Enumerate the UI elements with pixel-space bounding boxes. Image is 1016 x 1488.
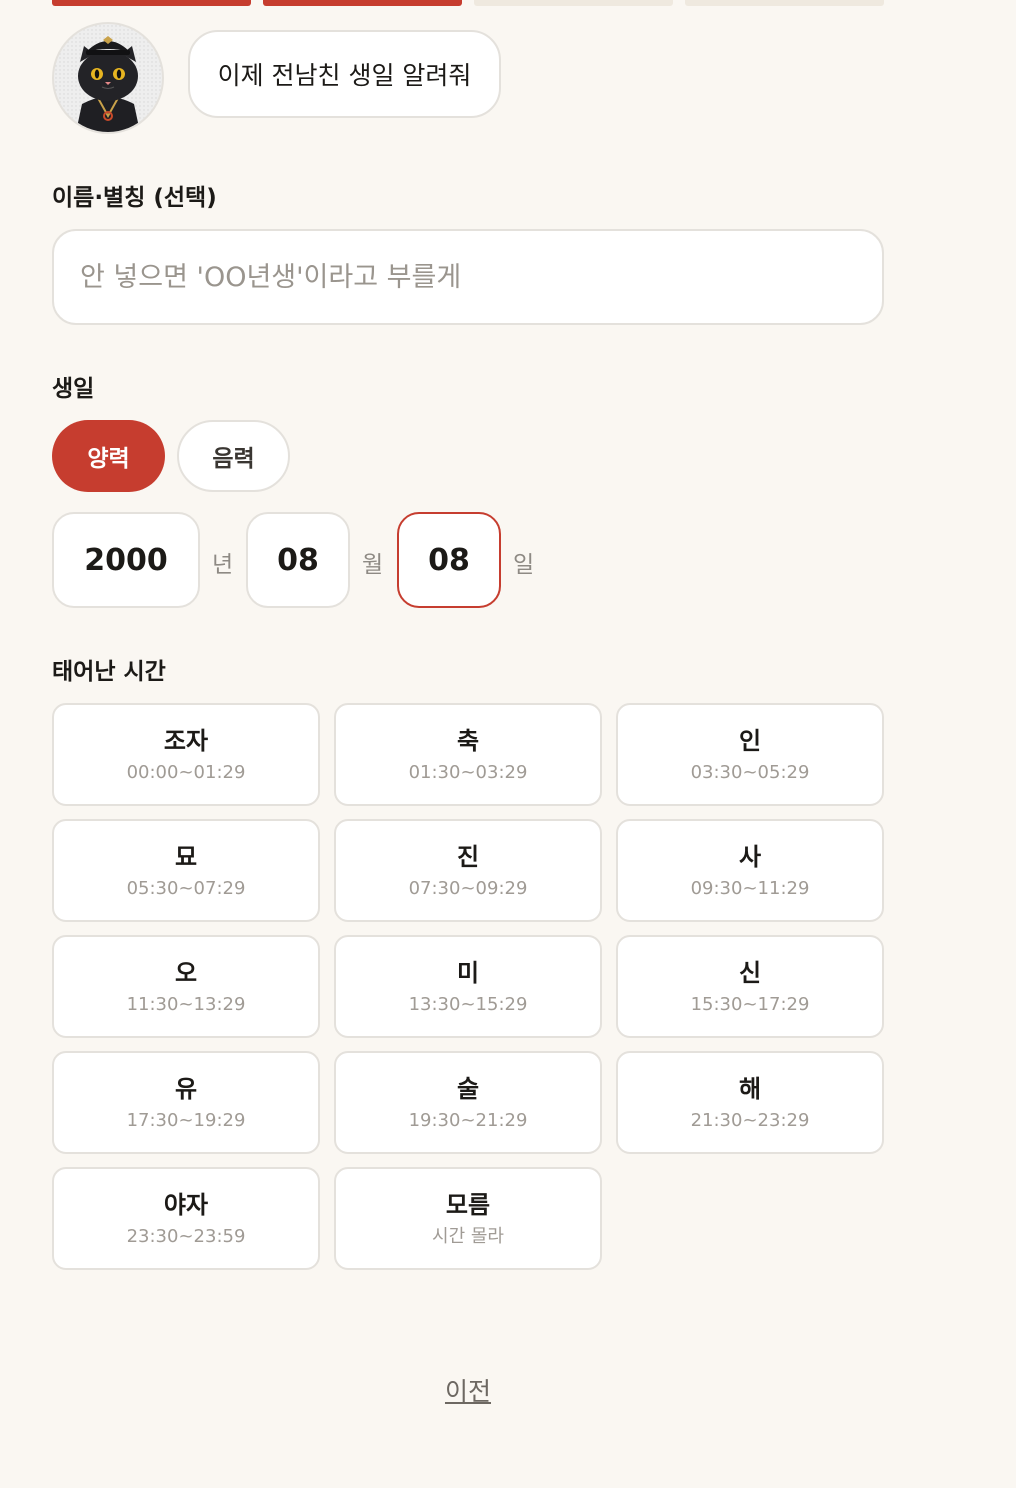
time-slot-name: 유 bbox=[174, 1074, 198, 1103]
avatar bbox=[52, 22, 164, 134]
time-slot-sa[interactable]: 사 09:30~11:29 bbox=[616, 819, 884, 922]
prev-link-row: 이전 bbox=[0, 1372, 936, 1408]
month-value: 08 bbox=[277, 542, 319, 578]
time-slot-range: 05:30~07:29 bbox=[126, 877, 246, 899]
time-slot-range: 23:30~23:59 bbox=[126, 1225, 246, 1247]
year-input[interactable]: 2000 bbox=[52, 512, 200, 608]
lunar-toggle-button[interactable]: 음력 bbox=[177, 420, 290, 492]
time-slot-in[interactable]: 인 03:30~05:29 bbox=[616, 703, 884, 806]
time-slot-range: 17:30~19:29 bbox=[126, 1109, 246, 1131]
time-slot-name: 묘 bbox=[174, 842, 198, 871]
month-input[interactable]: 08 bbox=[246, 512, 350, 608]
name-input[interactable] bbox=[52, 229, 884, 325]
time-slot-range: 09:30~11:29 bbox=[690, 877, 810, 899]
time-slot-range: 00:00~01:29 bbox=[126, 761, 246, 783]
time-slot-name: 사 bbox=[738, 842, 762, 871]
time-slot-name: 미 bbox=[456, 958, 480, 987]
time-slot-range: 15:30~17:29 bbox=[690, 993, 810, 1015]
time-slot-range: 11:30~13:29 bbox=[126, 993, 246, 1015]
time-slot-range: 13:30~15:29 bbox=[408, 993, 528, 1015]
time-slot-o[interactable]: 오 11:30~13:29 bbox=[52, 935, 320, 1038]
progress-segment-1 bbox=[52, 0, 251, 6]
time-slot-chuk[interactable]: 축 01:30~03:29 bbox=[334, 703, 602, 806]
progress-bar bbox=[52, 0, 884, 6]
year-value: 2000 bbox=[84, 542, 168, 578]
birthday-label: 생일 bbox=[52, 376, 95, 402]
time-slot-name: 해 bbox=[738, 1074, 762, 1103]
time-slot-name: 술 bbox=[456, 1074, 480, 1103]
black-cat-judge-icon bbox=[54, 24, 162, 132]
name-field-label: 이름·별칭 (선택) bbox=[52, 185, 217, 211]
time-slot-range: 07:30~09:29 bbox=[408, 877, 528, 899]
time-slot-name: 신 bbox=[738, 958, 762, 987]
time-slot-jin[interactable]: 진 07:30~09:29 bbox=[334, 819, 602, 922]
month-unit: 월 bbox=[362, 552, 384, 578]
time-slot-range: 19:30~21:29 bbox=[408, 1109, 528, 1131]
chat-bubble-text: 이제 전남친 생일 알려줘 bbox=[217, 61, 472, 90]
time-slot-name: 야자 bbox=[163, 1190, 209, 1219]
time-slot-myo[interactable]: 묘 05:30~07:29 bbox=[52, 819, 320, 922]
time-slot-range: 21:30~23:29 bbox=[690, 1109, 810, 1131]
day-value: 08 bbox=[428, 542, 470, 578]
time-slot-yaja[interactable]: 야자 23:30~23:59 bbox=[52, 1167, 320, 1270]
progress-segment-2 bbox=[263, 0, 462, 6]
time-slot-name: 축 bbox=[456, 726, 480, 755]
progress-segment-4 bbox=[685, 0, 884, 6]
progress-segment-3 bbox=[474, 0, 673, 6]
time-slot-range: 01:30~03:29 bbox=[408, 761, 528, 783]
time-slot-unknown[interactable]: 모름 시간 몰라 bbox=[334, 1167, 602, 1270]
time-slot-hae[interactable]: 해 21:30~23:29 bbox=[616, 1051, 884, 1154]
day-unit: 일 bbox=[513, 552, 535, 578]
time-slot-mi[interactable]: 미 13:30~15:29 bbox=[334, 935, 602, 1038]
year-unit: 년 bbox=[212, 552, 234, 578]
time-slot-name: 인 bbox=[738, 726, 762, 755]
time-slot-name: 오 bbox=[174, 958, 198, 987]
day-input[interactable]: 08 bbox=[397, 512, 501, 608]
time-slot-name: 진 bbox=[456, 842, 480, 871]
time-slot-sin[interactable]: 신 15:30~17:29 bbox=[616, 935, 884, 1038]
time-slot-range: 시간 몰라 bbox=[432, 1225, 504, 1247]
chat-bubble: 이제 전남친 생일 알려줘 bbox=[188, 30, 501, 118]
time-slot-joja[interactable]: 조자 00:00~01:29 bbox=[52, 703, 320, 806]
solar-toggle-button[interactable]: 양력 bbox=[52, 420, 165, 492]
prev-link[interactable]: 이전 bbox=[445, 1377, 491, 1406]
birth-info-form-page: 이제 전남친 생일 알려줘 이름·별칭 (선택) 생일 양력 음력 2000 년… bbox=[0, 0, 1016, 1488]
time-slot-range: 03:30~05:29 bbox=[690, 761, 810, 783]
birth-time-label: 태어난 시간 bbox=[52, 659, 166, 685]
time-slot-sul[interactable]: 술 19:30~21:29 bbox=[334, 1051, 602, 1154]
time-slot-yu[interactable]: 유 17:30~19:29 bbox=[52, 1051, 320, 1154]
time-slot-name: 조자 bbox=[163, 726, 209, 755]
time-slot-name: 모름 bbox=[445, 1190, 491, 1219]
